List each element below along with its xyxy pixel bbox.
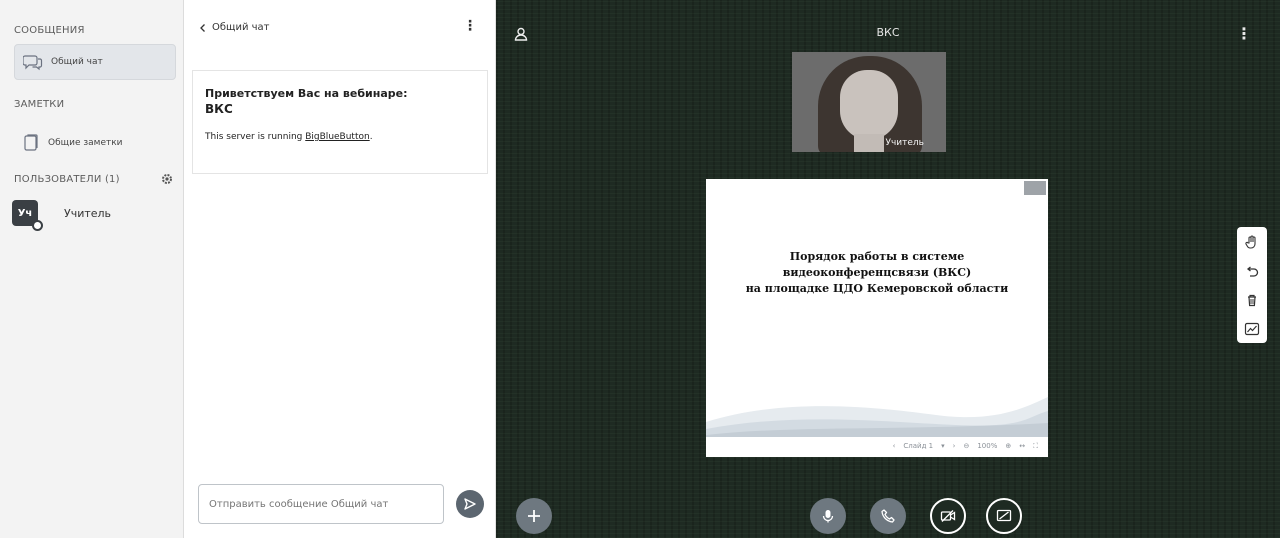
chevron-left-icon <box>200 23 205 32</box>
whiteboard-toolbar <box>1237 227 1267 343</box>
zoom-level: 100% <box>977 442 998 450</box>
hand-pan-icon[interactable] <box>1244 234 1260 250</box>
send-message-button[interactable] <box>456 490 484 518</box>
gear-icon[interactable] <box>160 172 174 186</box>
user-list-item[interactable]: Уч Учитель <box>12 200 112 231</box>
minimize-presentation-button[interactable] <box>1024 181 1046 195</box>
next-slide-icon[interactable]: › <box>953 442 956 450</box>
chat-options-icon[interactable]: ⋮ <box>463 18 477 34</box>
left-sidebar: СООБЩЕНИЯ Общий чат ЗАМЕТКИ Общие заметк… <box>0 0 184 538</box>
presentation-slide[interactable]: Порядок работы в системе видеоконференцс… <box>706 179 1048 457</box>
zoom-out-icon[interactable]: ⊖ <box>963 442 969 450</box>
multi-user-whiteboard-icon[interactable] <box>1244 322 1260 336</box>
chat-bubbles-icon <box>23 55 43 71</box>
zoom-in-icon[interactable]: ⊕ <box>1005 442 1011 450</box>
slide-number[interactable]: Слайд 1 <box>903 442 933 450</box>
fit-width-icon[interactable]: ↔ <box>1019 442 1025 450</box>
sidebar-item-label: Общие заметки <box>48 138 123 148</box>
actions-plus-button[interactable] <box>516 498 552 534</box>
camera-off-icon <box>940 510 956 522</box>
screen-share-off-icon <box>996 509 1012 522</box>
webcam-video[interactable]: Учитель <box>792 52 946 152</box>
presenter-status-icon <box>32 220 43 231</box>
plus-icon <box>528 510 540 522</box>
welcome-line-2: ВКС <box>205 102 233 116</box>
slide-toolbar: ‹ Слайд 1 ▾ › ⊖ 100% ⊕ ↔ ⛶ <box>706 435 1048 457</box>
chat-panel: Общий чат ⋮ Приветствуем Вас на вебинаре… <box>184 0 496 538</box>
screen-share-button[interactable] <box>986 498 1022 534</box>
main-options-icon[interactable]: ⋮ <box>1236 24 1252 43</box>
undo-icon[interactable] <box>1245 265 1259 279</box>
sidebar-item-shared-notes[interactable]: Общие заметки <box>14 125 176 161</box>
fullscreen-icon[interactable]: ⛶ <box>1033 442 1038 451</box>
slide-wave-decoration <box>706 397 1048 437</box>
notes-section-title: ЗАМЕТКИ <box>14 99 65 110</box>
meeting-title: ВКС <box>876 26 900 39</box>
chat-message-input[interactable] <box>198 484 444 524</box>
phone-icon <box>881 509 895 523</box>
messages-section-title: СООБЩЕНИЯ <box>14 25 85 36</box>
microphone-icon <box>822 510 834 523</box>
webcam-toggle-button[interactable] <box>930 498 966 534</box>
chat-title: Общий чат <box>212 22 270 33</box>
trash-icon[interactable] <box>1245 293 1259 307</box>
welcome-line-1: Приветствуем Вас на вебинаре: <box>205 87 408 100</box>
server-info: This server is running BigBlueButton. <box>205 132 373 142</box>
users-section-title: ПОЛЬЗОВАТЕЛИ (1) <box>14 174 120 185</box>
chevron-down-icon[interactable]: ▾ <box>941 442 945 450</box>
previous-slide-icon[interactable]: ‹ <box>893 442 896 450</box>
user-name: Учитель <box>64 206 112 220</box>
sidebar-item-public-chat[interactable]: Общий чат <box>14 44 176 80</box>
microphone-button[interactable] <box>810 498 846 534</box>
webcam-user-name: Учитель <box>885 138 925 148</box>
presentation-area: ВКС ⋮ Учитель Порядок работы в системе в… <box>496 0 1280 538</box>
action-bar <box>496 498 1280 538</box>
welcome-message: Приветствуем Вас на вебинаре: ВКС This s… <box>192 70 488 174</box>
webcam-face <box>840 70 898 140</box>
chat-back-button[interactable]: Общий чат <box>198 22 270 33</box>
sidebar-item-label: Общий чат <box>51 57 103 67</box>
avatar: Уч <box>12 200 43 231</box>
bigbluebutton-link[interactable]: BigBlueButton <box>305 132 369 142</box>
phone-audio-button[interactable] <box>870 498 906 534</box>
slide-text: Порядок работы в системе видеоконференцс… <box>745 250 1009 295</box>
notes-icon <box>24 134 38 151</box>
send-icon <box>464 498 476 510</box>
